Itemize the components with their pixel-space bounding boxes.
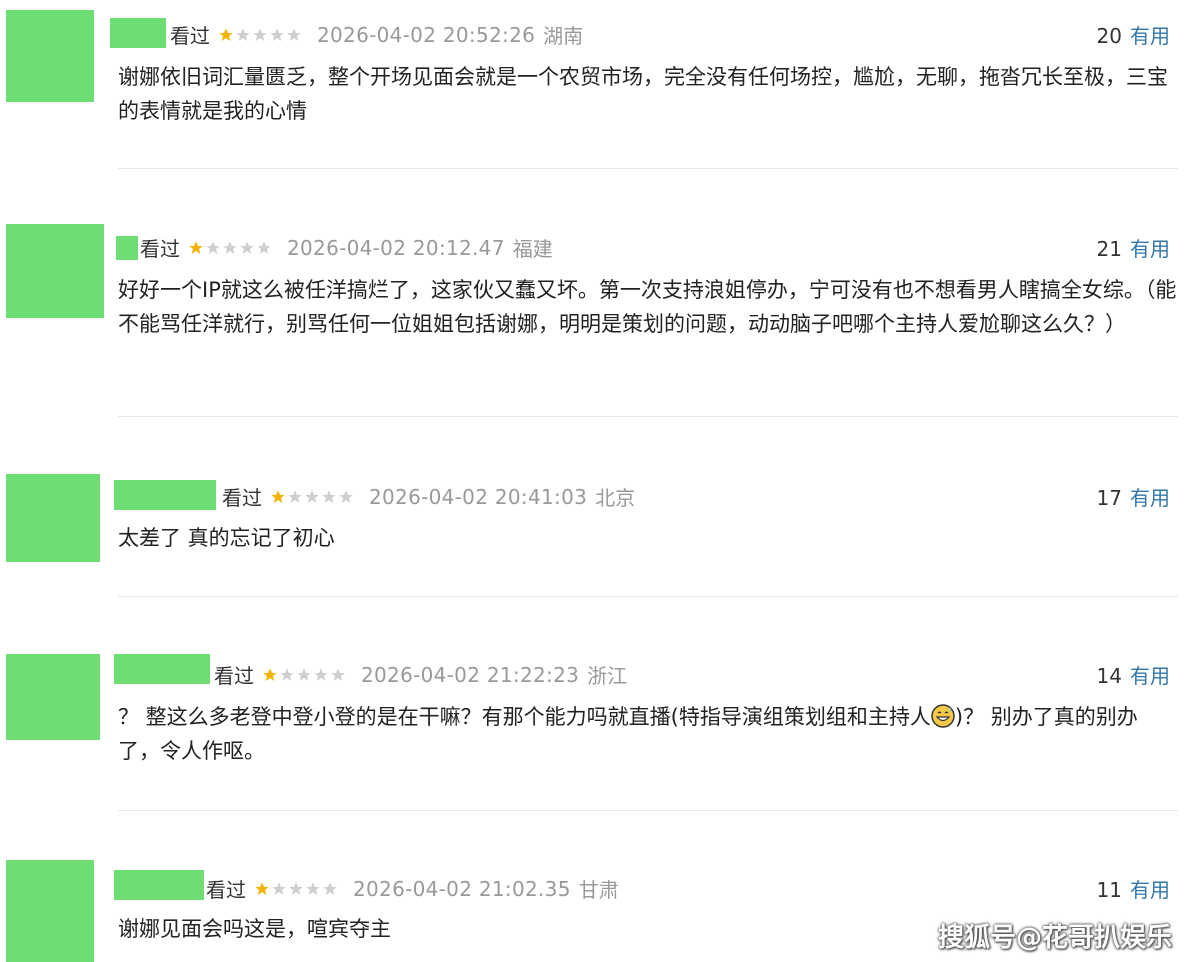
star-empty-icon xyxy=(288,489,302,503)
watch-status: 看过 xyxy=(170,24,210,48)
useful-vote[interactable]: 11 有用 xyxy=(1097,874,1170,903)
grinning-sweat-emoji-icon xyxy=(931,704,955,728)
username-redacted[interactable] xyxy=(116,236,138,260)
star-rating xyxy=(188,240,273,256)
review-location: 浙江 xyxy=(587,664,628,688)
star-empty-icon xyxy=(253,27,267,41)
review-time: 2026-04-02 20:12.47 xyxy=(287,235,505,260)
review-time: 2026-04-02 21:02.35 xyxy=(353,876,571,901)
divider xyxy=(118,596,1178,597)
review-time: 2026-04-02 21:22:23 xyxy=(361,662,580,687)
review-text-part: ？ 整这么多老登中登小登的是在干嘛？有那个能力吗就直播(特指导演组策划组和主持人 xyxy=(118,705,931,729)
star-empty-icon xyxy=(289,881,303,895)
avatar[interactable] xyxy=(6,10,94,102)
avatar[interactable] xyxy=(6,860,94,962)
useful-count: 20 xyxy=(1096,24,1122,48)
divider xyxy=(118,416,1178,417)
username-redacted[interactable] xyxy=(110,18,166,48)
useful-count: 14 xyxy=(1096,664,1122,688)
review-text: ？ 整这么多老登中登小登的是在干嘛？有那个能力吗就直播(特指导演组策划组和主持人… xyxy=(118,700,1178,768)
star-rating xyxy=(262,667,347,683)
username-redacted[interactable] xyxy=(114,870,204,900)
avatar[interactable] xyxy=(6,224,104,318)
useful-button[interactable]: 有用 xyxy=(1130,237,1170,261)
star-empty-icon xyxy=(236,27,250,41)
watch-status: 看过 xyxy=(206,878,246,902)
avatar[interactable] xyxy=(6,654,100,740)
review-location: 甘肃 xyxy=(578,878,619,902)
star-empty-icon xyxy=(223,240,237,254)
review-text: 好好一个IP就这么被任洋搞烂了，这家伙又蠢又坏。第一次支持浪姐停办，宁可没有也不… xyxy=(118,278,1177,336)
useful-vote[interactable]: 21 有用 xyxy=(1097,233,1170,262)
star-empty-icon xyxy=(270,27,284,41)
review-text: 谢娜依旧词汇量匮乏，整个开场见面会就是一个农贸市场，完全没有任何场控，尴尬，无聊… xyxy=(118,65,1168,123)
review-location: 福建 xyxy=(512,237,553,261)
useful-count: 11 xyxy=(1096,878,1122,902)
star-filled-icon xyxy=(263,667,277,681)
star-empty-icon xyxy=(257,240,271,254)
star-empty-icon xyxy=(287,27,301,41)
star-empty-icon xyxy=(323,881,337,895)
useful-button[interactable]: 有用 xyxy=(1130,878,1170,902)
avatar[interactable] xyxy=(6,474,100,562)
review-location: 北京 xyxy=(595,486,636,510)
star-empty-icon xyxy=(322,489,336,503)
star-empty-icon xyxy=(305,489,319,503)
divider xyxy=(118,810,1178,811)
review-time: 2026-04-02 20:41:03 xyxy=(369,484,588,509)
star-empty-icon xyxy=(206,240,220,254)
review-time: 2026-04-02 20:52:26 xyxy=(317,22,536,47)
username-redacted[interactable] xyxy=(114,480,216,510)
star-empty-icon xyxy=(297,667,311,681)
useful-button[interactable]: 有用 xyxy=(1130,486,1170,510)
divider xyxy=(118,168,1178,169)
review-location: 湖南 xyxy=(543,24,584,48)
username-redacted[interactable] xyxy=(114,654,210,684)
star-empty-icon xyxy=(280,667,294,681)
star-filled-icon xyxy=(255,881,269,895)
review-text: 太差了 真的忘记了初心 xyxy=(118,526,335,550)
useful-button[interactable]: 有用 xyxy=(1130,664,1170,688)
star-rating xyxy=(254,881,339,897)
star-empty-icon xyxy=(314,667,328,681)
star-rating xyxy=(270,489,355,505)
watermark: 搜狐号@花哥扒娱乐 xyxy=(937,923,1172,953)
useful-count: 21 xyxy=(1096,237,1122,261)
useful-button[interactable]: 有用 xyxy=(1130,24,1170,48)
star-rating xyxy=(218,27,303,43)
star-empty-icon xyxy=(331,667,345,681)
watch-status: 看过 xyxy=(214,664,254,688)
useful-vote[interactable]: 20 有用 xyxy=(1097,20,1170,49)
watch-status: 看过 xyxy=(140,237,180,261)
star-empty-icon xyxy=(306,881,320,895)
star-empty-icon xyxy=(240,240,254,254)
watch-status: 看过 xyxy=(222,486,262,510)
useful-count: 17 xyxy=(1096,486,1122,510)
star-empty-icon xyxy=(272,881,286,895)
useful-vote[interactable]: 17 有用 xyxy=(1097,482,1170,511)
star-filled-icon xyxy=(271,489,285,503)
star-empty-icon xyxy=(339,489,353,503)
star-filled-icon xyxy=(219,27,233,41)
useful-vote[interactable]: 14 有用 xyxy=(1097,660,1170,689)
star-filled-icon xyxy=(189,240,203,254)
